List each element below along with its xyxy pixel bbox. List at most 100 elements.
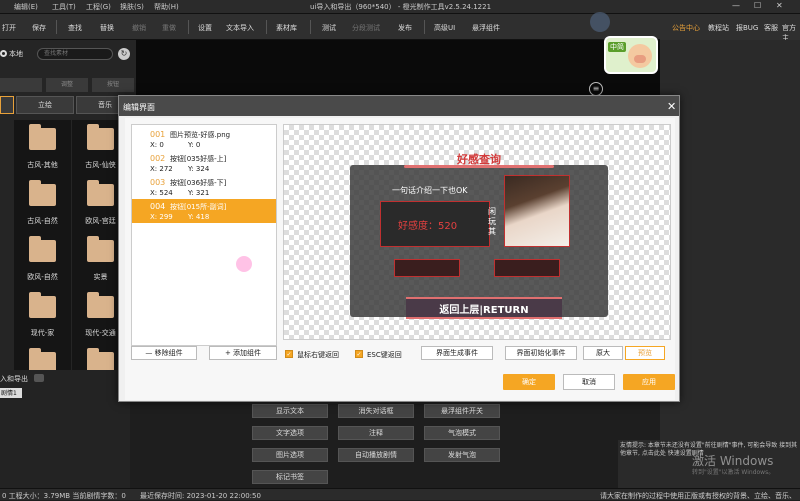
status-bar: 0 工程大小：3.79MB 当前剧情字数：0 最近保存时间: 2023-01-2… — [0, 488, 800, 500]
publish-button[interactable]: 发布 — [398, 23, 412, 33]
toolbar-divider — [266, 20, 267, 34]
windows-watermark-sub: 转到"设置"以激活 Windows。 — [692, 469, 775, 476]
add-component-button[interactable]: + 添加组件 — [209, 346, 277, 360]
cmd-float-toggle[interactable]: 悬浮组件开关 — [424, 404, 500, 418]
subtab-adjust[interactable]: 调整 — [46, 78, 88, 92]
undo-button[interactable]: 撤销 — [132, 23, 146, 33]
cmd-bubble-mode[interactable]: 气泡模式 — [424, 426, 500, 440]
save-button[interactable]: 保存 — [32, 23, 46, 33]
pig-snout — [634, 55, 646, 63]
pig-icon — [628, 44, 652, 68]
float-widget-button[interactable]: 悬浮组件 — [472, 23, 500, 33]
apply-button[interactable]: 应用 — [623, 374, 675, 390]
init-event-button[interactable]: 界面初始化事件 — [505, 346, 577, 360]
right-side-panel — [660, 40, 800, 500]
folder-icon — [87, 180, 114, 206]
cmd-emit-bubble[interactable]: 发射气泡 — [424, 448, 500, 462]
menu-tools[interactable]: 工具(T) — [52, 2, 76, 12]
dialog-close-icon[interactable]: ✕ — [667, 100, 676, 113]
favor-up-button[interactable] — [394, 259, 460, 277]
cmd-autoplay[interactable]: 自动播放剧情 — [338, 448, 414, 462]
ok-button[interactable]: 确定 — [503, 374, 555, 390]
resource-panel: 本地 ↻ 调整 按钮 立绘 音乐 古风-其他 古风-仙侠 古风-自然 欧风-宫廷… — [0, 40, 136, 400]
menu-skin[interactable]: 换肤(S) — [120, 2, 144, 12]
folder-tile[interactable]: 欧风-自然 — [14, 232, 71, 288]
cmd-hide-dialog[interactable]: 消失对话框 — [338, 404, 414, 418]
folder-tile[interactable]: 古风-其他 — [14, 120, 71, 176]
test-button[interactable]: 测试 — [322, 23, 336, 33]
component-item[interactable]: 003 按钮[036好感-下] X: 524 Y: 321 — [132, 175, 276, 199]
edit-ui-dialog: 编辑界面 ✕ 001 图片预览-好感.png X: 0 Y: 0 002 按钮[… — [118, 95, 680, 402]
close-icon[interactable]: ✕ — [776, 1, 783, 10]
cancel-button[interactable]: 取消 — [563, 374, 615, 390]
ui-canvas[interactable]: 好感查询 一句话介绍一下也OK 好感度：520 闲玩其 返回上层|RETURN — [283, 124, 671, 340]
esc-return-label: ESC键返回 — [367, 351, 402, 359]
gen-event-button[interactable]: 界面生成事件 — [421, 346, 493, 360]
settings-button[interactable]: 设置 — [198, 23, 212, 33]
mouse-cursor-highlight — [236, 256, 252, 272]
menu-project[interactable]: 工程(G) — [86, 2, 111, 12]
subtab-button[interactable]: 按钮 — [92, 78, 134, 92]
folder-tile[interactable]: 古风-自然 — [14, 176, 71, 232]
right-toolbar: 公告中心 教程站 报BUG 客服 官方主 — [660, 14, 800, 42]
resource-grid: 古风-其他 古风-仙侠 古风-自然 欧风-宫廷 欧风-自然 实景 现代-家 现代… — [0, 118, 136, 408]
toolbar: 打开 保存 查找 替换 撤销 重做 设置 文本导入 素材库 测试 分段测试 发布… — [0, 14, 680, 40]
window-title: ui导入和导出（960*540） - 橙光制作工具v2.5.24.1221 — [310, 3, 492, 11]
report-bug-button[interactable]: 报BUG — [736, 23, 758, 33]
category-tabs: 立绘 音乐 — [0, 96, 136, 114]
character-photo — [504, 175, 570, 247]
mascot-badge[interactable]: 中简 — [604, 36, 658, 74]
notice-center-button[interactable]: 公告中心 — [672, 23, 700, 33]
scene-item[interactable]: 剧情1 — [0, 388, 22, 398]
right-click-return-label: 鼠标右键返回 — [297, 351, 339, 359]
dialog-title: 编辑界面 — [119, 96, 679, 116]
list-icon[interactable]: ≡ — [589, 82, 603, 96]
advanced-ui-button[interactable]: 高级UI — [434, 23, 455, 33]
find-button[interactable]: 查找 — [68, 23, 82, 33]
folder-icon — [87, 292, 114, 318]
folder-icon — [87, 236, 114, 262]
right-click-return-checkbox[interactable]: ✓ — [285, 350, 293, 358]
tutorial-button[interactable]: 教程站 — [708, 23, 729, 33]
maximize-icon[interactable]: ☐ — [754, 1, 761, 10]
replace-button[interactable]: 替换 — [100, 23, 114, 33]
project-name: 入和导出 — [0, 375, 28, 383]
menu-edit[interactable]: 编辑(E) — [14, 2, 38, 12]
cmd-show-text[interactable]: 显示文本 — [252, 404, 328, 418]
return-button[interactable]: 返回上层|RETURN — [406, 297, 562, 319]
dialog-body: 001 图片预览-好感.png X: 0 Y: 0 002 按钮[035好感-上… — [125, 118, 675, 400]
esc-return-checkbox[interactable]: ✓ — [355, 350, 363, 358]
library-button[interactable]: 素材库 — [276, 23, 297, 33]
folder-tile[interactable]: 现代-家 — [14, 288, 71, 344]
open-button[interactable]: 打开 — [2, 23, 16, 33]
local-radio[interactable] — [0, 50, 7, 57]
folder-icon — [87, 124, 114, 150]
subtabs: 调整 按钮 — [0, 76, 136, 92]
service-button[interactable]: 客服 — [764, 23, 778, 33]
remove-component-button[interactable]: — 移除组件 — [131, 346, 197, 360]
cmd-comment[interactable]: 注释 — [338, 426, 414, 440]
favor-down-button[interactable] — [494, 259, 560, 277]
tab-background[interactable] — [0, 96, 14, 114]
cmd-bookmark[interactable]: 标记书签 — [252, 470, 328, 484]
text-import-button[interactable]: 文本导入 — [226, 23, 254, 33]
minimize-icon[interactable]: — — [732, 1, 740, 10]
original-size-button[interactable]: 原大 — [583, 346, 623, 360]
branch-test-button[interactable]: 分段测试 — [352, 23, 380, 33]
user-avatar-icon[interactable] — [590, 12, 610, 32]
component-item-selected[interactable]: 004 按钮[015所-副词] X: 299 Y: 418 — [132, 199, 276, 223]
redo-button[interactable]: 重做 — [162, 23, 176, 33]
badge-icon — [34, 374, 44, 382]
subtab-0[interactable] — [0, 78, 42, 92]
menu-help[interactable]: 帮助(H) — [154, 2, 179, 12]
component-item[interactable]: 001 图片预览-好感.png X: 0 Y: 0 — [132, 127, 276, 151]
tab-portrait[interactable]: 立绘 — [16, 96, 74, 114]
component-item[interactable]: 002 按钮[035好感-上] X: 272 Y: 324 — [132, 151, 276, 175]
preview-sentence: 一句话介绍一下也OK — [392, 186, 468, 195]
preview-button[interactable]: 预览 — [625, 346, 665, 360]
refresh-icon[interactable]: ↻ — [118, 48, 130, 60]
search-input[interactable] — [37, 48, 113, 60]
cmd-text-option[interactable]: 文字选项 — [252, 426, 328, 440]
return-text: 返回上层|RETURN — [439, 305, 529, 316]
cmd-image-option[interactable]: 图片选项 — [252, 448, 328, 462]
